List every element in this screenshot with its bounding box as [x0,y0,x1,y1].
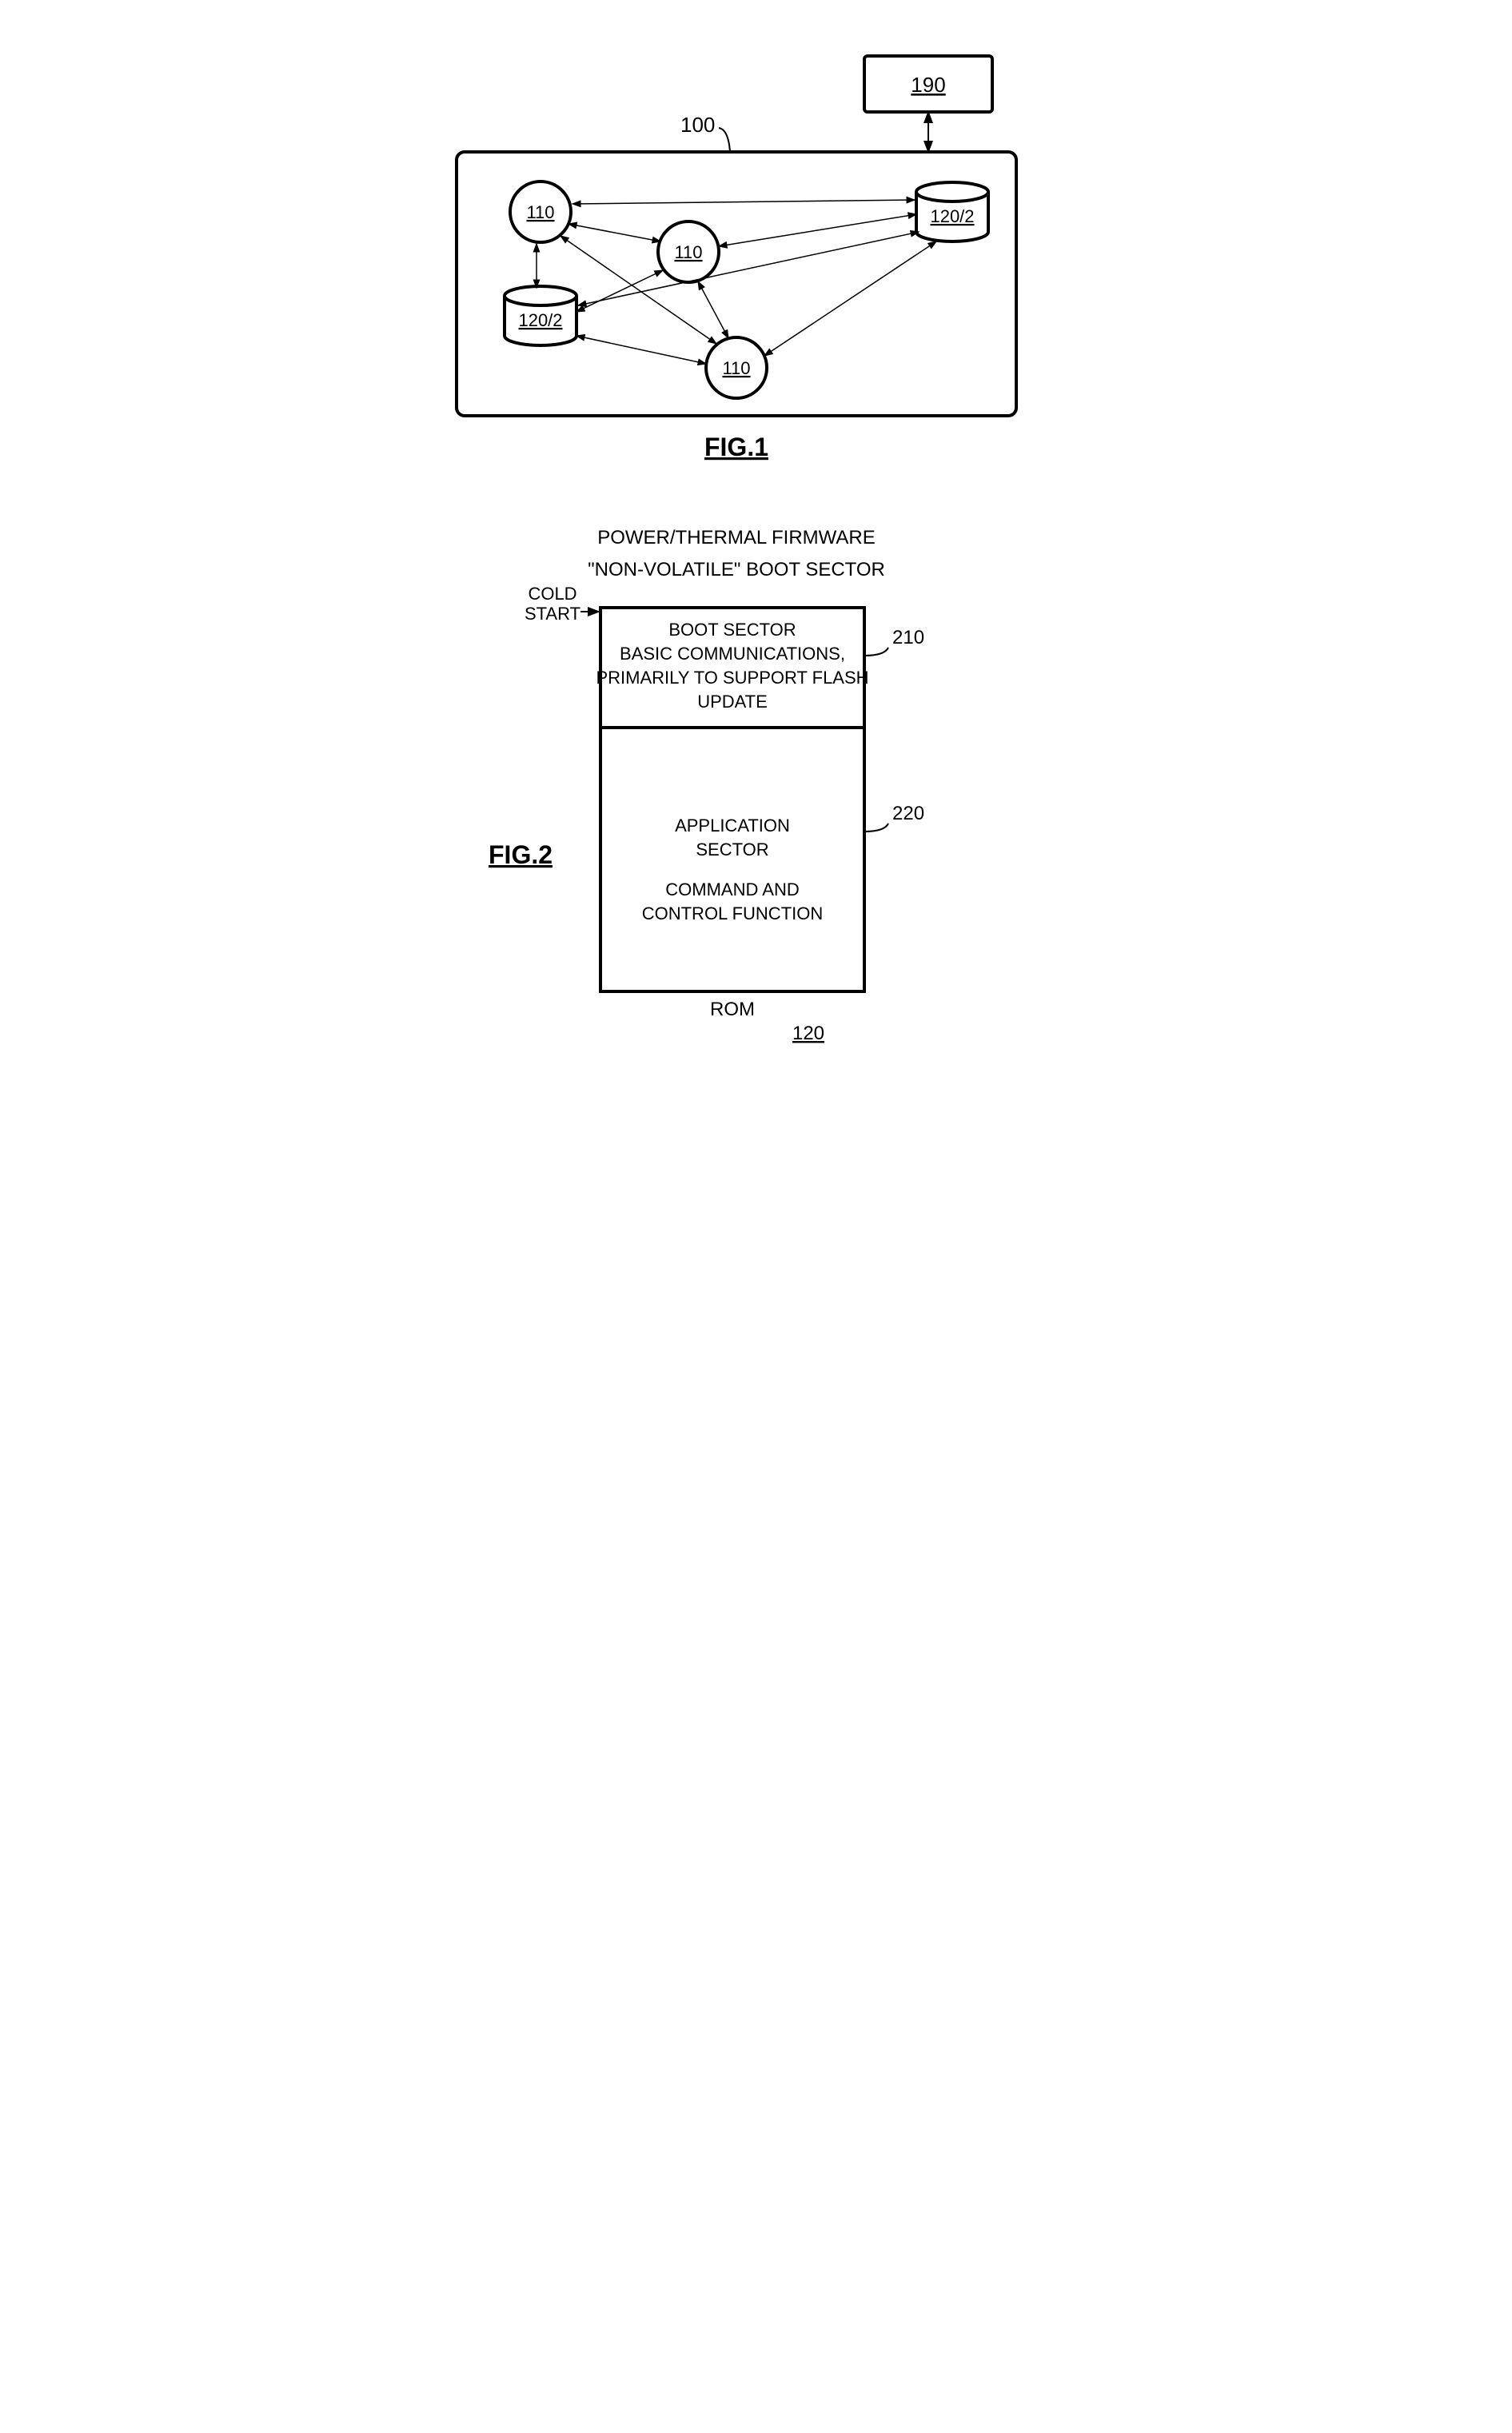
svg-text:BASIC COMMUNICATIONS,: BASIC COMMUNICATIONS, [620,644,845,664]
rom-label: ROM [710,999,755,1020]
rom-num: 120 [792,1023,824,1044]
node-110-middle-label: 110 [674,242,702,262]
fig2-title2: "NON-VOLATILE" BOOT SECTOR [588,559,885,580]
node-110-topleft-label: 110 [526,202,554,222]
cylinder-right-label: 120/2 [930,206,974,226]
external-box-label: 190 [911,73,945,97]
cylinder-right: 120/2 [916,182,988,241]
node-110-bottom-label: 110 [722,358,750,378]
app-sector: APPLICATION SECTOR COMMAND AND CONTROL F… [641,816,823,923]
svg-text:BOOT SECTOR: BOOT SECTOR [668,620,796,640]
svg-text:SECTOR: SECTOR [696,840,768,860]
interconnects [537,200,936,364]
label-220: 220 [892,803,924,824]
boot-sector: BOOT SECTOR BASIC COMMUNICATIONS, PRIMAR… [596,620,868,712]
fig1-caption: FIG.1 [704,433,768,461]
svg-text:APPLICATION: APPLICATION [675,816,790,836]
svg-text:START: START [524,604,580,624]
fig2-caption: FIG.2 [489,840,553,869]
cold-start: COLD START [524,584,598,624]
label-210: 210 [892,627,924,648]
svg-text:UPDATE: UPDATE [697,692,768,712]
svg-text:CONTROL FUNCTION: CONTROL FUNCTION [641,903,823,923]
fig1: 190 100 120/2 120/2 110 110 [457,56,1016,461]
fig2-title1: POWER/THERMAL FIRMWARE [597,527,876,548]
outer-box-label: 100 [680,113,715,137]
cylinder-left: 120/2 [505,286,576,345]
rom-box [600,608,864,991]
svg-text:COLD: COLD [528,584,576,604]
leader-210 [864,648,888,656]
cylinder-left-label: 120/2 [518,310,562,330]
fig2: POWER/THERMAL FIRMWARE "NON-VOLATILE" BO… [489,527,924,1044]
figure-svg: 190 100 120/2 120/2 110 110 [417,32,1096,1071]
svg-text:PRIMARILY TO SUPPORT FLASH: PRIMARILY TO SUPPORT FLASH [596,668,868,688]
svg-text:COMMAND AND: COMMAND AND [665,879,799,899]
leader-220 [864,824,888,832]
